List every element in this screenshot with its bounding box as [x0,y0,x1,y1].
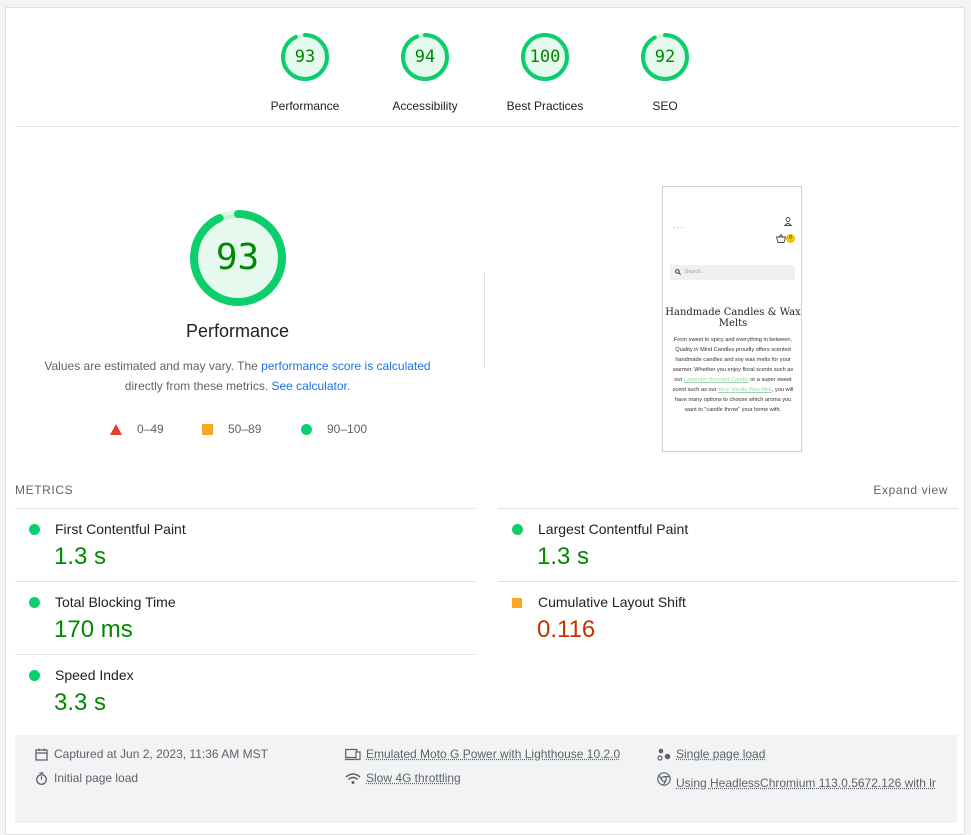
fail-triangle-icon [110,424,122,435]
captured-text: Captured at Jun 2, 2023, 11:36 AM MST [54,747,268,761]
timer-icon [36,772,47,785]
gauge-accessibility[interactable]: 94 Accessibility [365,32,485,113]
gauge-score: 94 [414,47,436,67]
performance-score-link[interactable]: performance score is calculated [261,359,430,373]
performance-summary: 93 Performance Values are estimated and … [6,208,469,436]
metric-total-blocking-time: Total Blocking Time 170 ms [15,581,475,654]
gauge-label: Performance [270,99,340,113]
pass-circle-icon [301,424,312,435]
preview-link: Lavender Scented Candle [684,377,749,383]
metric-value: 1.3 s [537,543,590,570]
see-calculator-link[interactable]: See calculator. [271,379,350,393]
metric-title: Largest Contentful Paint [538,521,689,537]
pass-circle-icon [29,597,40,608]
metric-speed-index: Speed Index 3.3 s [15,654,475,727]
legend-pass-label: 90–100 [327,422,368,436]
metric-title: First Contentful Paint [55,521,186,537]
expand-view-toggle[interactable]: Expand view [873,483,948,497]
desc-text: Values are estimated and may vary. The [44,359,262,373]
divider [15,126,958,127]
metric-largest-contentful-paint: Largest Contentful Paint 1.3 s [498,508,958,581]
legend-fail-label: 0–49 [137,422,164,436]
performance-score: 93 [215,237,260,278]
metric-value: 170 ms [54,616,133,643]
pass-circle-icon [29,670,40,681]
session-icon [657,748,671,761]
search-icon [675,269,681,275]
chrome-icon [657,772,671,786]
category-gauges: 93 Performance 94 Accessibility 100 Best… [6,8,964,126]
initial-load-text: Initial page load [54,771,139,785]
metric-title: Cumulative Layout Shift [538,594,686,610]
preview-link: Very Vanilla Wax Melt [718,387,772,393]
vertical-divider [484,272,485,368]
calendar-icon [35,748,48,761]
performance-title: Performance [185,321,290,341]
gauge-label: Accessibility [392,99,458,113]
user-icon [784,217,792,226]
gauge-seo[interactable]: 92 SEO [605,32,725,113]
pass-circle-icon [29,524,40,535]
preview-heading: Handmade Candles & Wax Melts [665,307,801,329]
metric-title: Speed Index [55,667,134,683]
menu-icon: ··· [673,223,684,232]
gauge-label: Best Practices [506,99,584,113]
average-square-icon [202,424,213,435]
metric-cumulative-layout-shift: Cumulative Layout Shift 0.116 [498,581,958,654]
score-legend: 0–49 50–89 90–100 [6,422,469,438]
gauge-performance[interactable]: 93 Performance [245,32,365,113]
gauge-score: 100 [529,47,561,67]
gauge-label: SEO [652,99,678,113]
metrics-header: METRICS [15,483,74,497]
device-text[interactable]: Emulated Moto G Power with Lighthouse 10… [366,747,620,761]
legend-average-label: 50–89 [228,422,262,436]
desc-text: directly from these metrics. [124,379,272,393]
cart-count-badge: 0 [786,234,795,243]
metric-value: 3.3 s [54,689,107,716]
search-placeholder: Search... [685,269,706,275]
final-screenshot[interactable]: ··· 0 Search... Handmade Candles & Wax M… [662,186,802,452]
preview-search-field: Search... [670,265,795,280]
throttling-text[interactable]: Slow 4G throttling [366,771,461,785]
lighthouse-report: 93 Performance 94 Accessibility 100 Best… [5,7,965,835]
wifi-icon [345,773,361,784]
runtime-settings: Captured at Jun 2, 2023, 11:36 AM MST In… [15,735,957,823]
metric-title: Total Blocking Time [55,594,176,610]
pass-circle-icon [512,524,523,535]
browser-text[interactable]: Using HeadlessChromium 113.0.5672.126 wi… [676,771,944,795]
metric-first-contentful-paint: First Contentful Paint 1.3 s [15,508,475,581]
metric-value: 0.116 [537,616,596,643]
performance-description: Values are estimated and may vary. The p… [28,356,448,396]
basket-icon [776,234,786,243]
preview-paragraph: From sweet to spicy and everything in be… [670,335,796,415]
gauge-best-practices[interactable]: 100 Best Practices [485,32,605,113]
session-text[interactable]: Single page load [676,747,765,761]
gauge-score: 93 [294,47,316,67]
devices-icon [345,748,361,761]
metric-value: 1.3 s [54,543,107,570]
average-square-icon [512,598,522,608]
gauge-score: 92 [654,47,676,67]
